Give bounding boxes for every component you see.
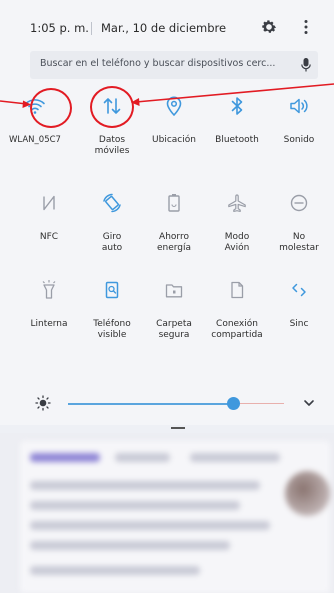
tile-label: Datos móviles	[94, 135, 130, 156]
date: Mar., 10 de diciembre	[101, 21, 227, 35]
tile-label: Sonido	[283, 135, 315, 145]
brightness-control	[0, 393, 334, 417]
tile-label: Sinc	[289, 319, 309, 329]
quick-settings-panel: 1:05 p. m. Mar., 10 de diciembre Buscar …	[0, 0, 334, 425]
more-options-icon[interactable]	[300, 19, 312, 35]
nfc-icon	[43, 195, 55, 211]
sound-icon	[290, 98, 308, 114]
hotspot-icon	[231, 281, 244, 299]
phone-visible-icon	[105, 281, 119, 299]
bluetooth-icon	[231, 97, 243, 115]
tile-hotspot[interactable]: Conexión compartida	[206, 275, 268, 341]
blurred-notification-card	[20, 441, 330, 593]
tile-label: NFC	[39, 232, 59, 242]
brightness-track-filled	[68, 403, 234, 405]
annotation-circle-wifi	[30, 88, 72, 128]
tile-flashlight[interactable]: Linterna	[18, 275, 80, 330]
flashlight-icon	[42, 280, 56, 299]
tile-label: Conexión compartida	[211, 319, 263, 340]
microphone-icon[interactable]	[300, 57, 312, 73]
gear-icon[interactable]	[260, 18, 278, 36]
tile-label: Linterna	[30, 319, 68, 329]
tile-do-not-disturb[interactable]: No molestar	[268, 188, 330, 254]
tile-sound[interactable]: Sonido	[268, 91, 330, 146]
tile-sync[interactable]: Sinc	[268, 275, 330, 330]
tile-location[interactable]: Ubicación	[143, 91, 205, 146]
tile-label: Carpeta segura	[156, 319, 192, 340]
location-icon	[166, 96, 182, 117]
tile-bluetooth[interactable]: Bluetooth	[206, 91, 268, 146]
clock: 1:05 p. m.	[30, 21, 89, 35]
tile-airplane-mode[interactable]: Modo Avión	[206, 188, 268, 254]
tile-label: Ubicación	[152, 135, 196, 145]
tile-label: WLAN_05C7	[9, 135, 61, 145]
brightness-track-empty	[234, 403, 284, 404]
tile-phone-visible[interactable]: Teléfono visible	[81, 275, 143, 341]
airplane-icon	[228, 194, 246, 212]
search-bar[interactable]: Buscar en el teléfono y buscar dispositi…	[30, 51, 318, 79]
battery-saver-icon	[168, 194, 180, 212]
panel-drag-handle[interactable]	[171, 427, 185, 429]
tile-battery-saver[interactable]: Ahorro energía	[143, 188, 205, 254]
auto-rotate-icon	[103, 193, 121, 213]
tile-label: Bluetooth	[215, 135, 259, 145]
blurred-notification-area	[0, 433, 334, 593]
tile-auto-rotate[interactable]: Giro auto	[81, 188, 143, 254]
tile-label: Giro auto	[101, 232, 123, 253]
secure-folder-icon	[165, 284, 183, 298]
annotation-circle-mobile-data	[90, 86, 134, 128]
brightness-icon	[35, 395, 51, 411]
tile-label: Ahorro energía	[156, 232, 192, 253]
status-bar: 1:05 p. m. Mar., 10 de diciembre	[0, 0, 334, 44]
sync-icon	[292, 283, 306, 297]
chevron-down-icon[interactable]	[303, 397, 315, 409]
status-divider	[91, 22, 92, 35]
tile-secure-folder[interactable]: Carpeta segura	[143, 275, 205, 341]
tile-label: Modo Avión	[224, 232, 250, 253]
do-not-disturb-icon	[290, 194, 308, 212]
tile-nfc[interactable]: NFC	[18, 188, 80, 243]
tile-label: No molestar	[279, 232, 319, 253]
tile-label: Teléfono visible	[93, 319, 131, 340]
search-placeholder: Buscar en el teléfono y buscar dispositi…	[40, 58, 276, 69]
brightness-slider-thumb[interactable]	[227, 397, 240, 410]
